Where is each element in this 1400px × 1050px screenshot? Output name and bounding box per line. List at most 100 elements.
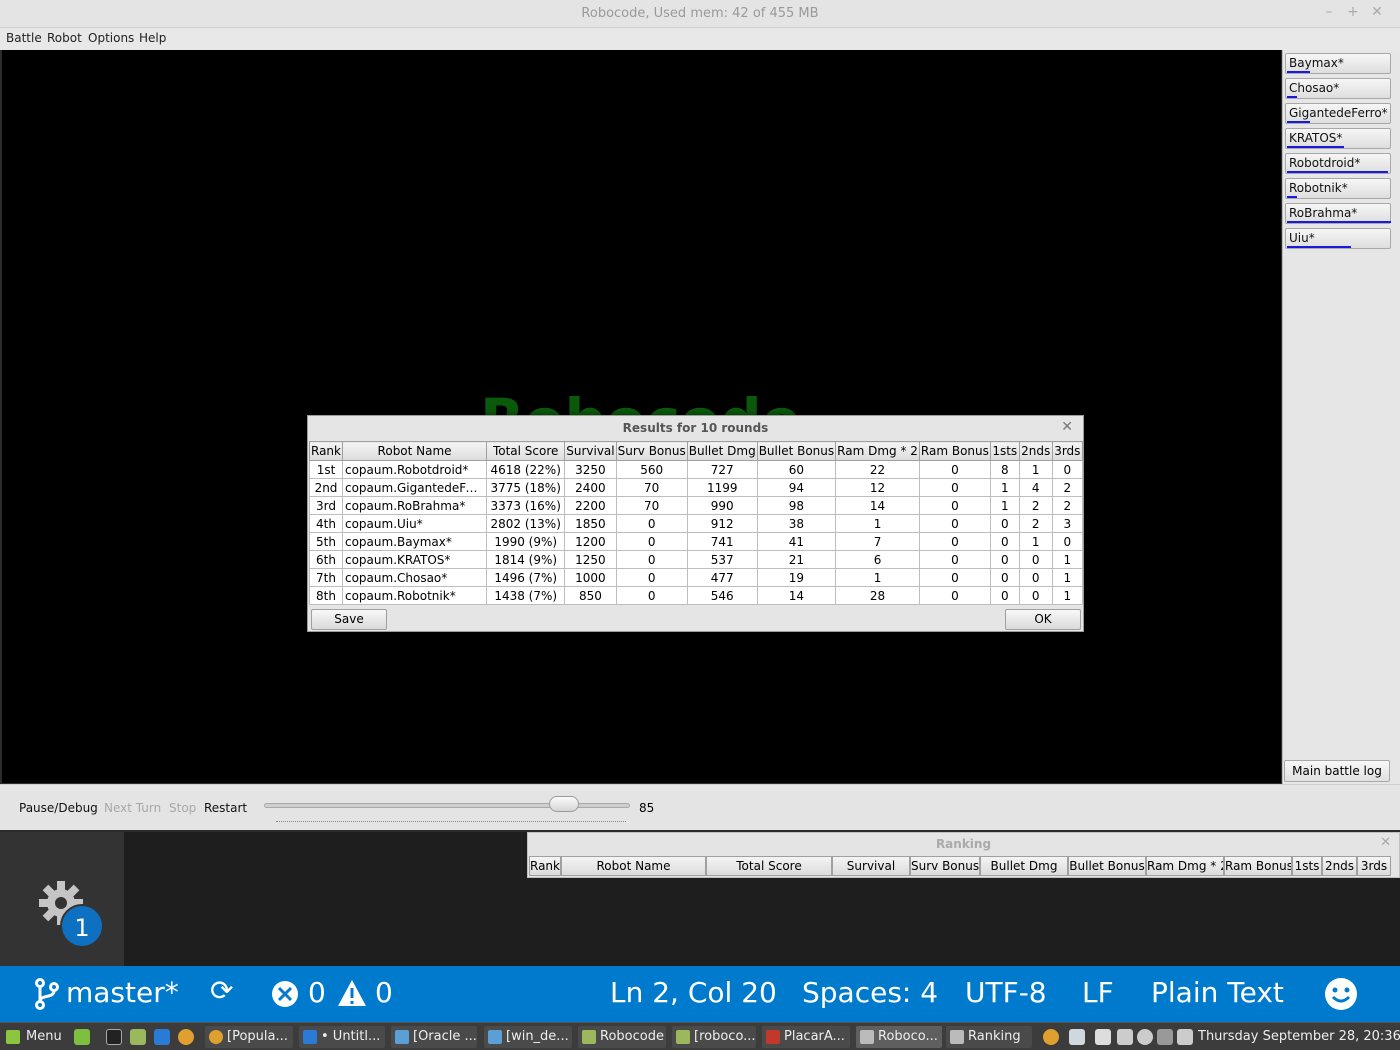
table-row[interactable]: 6th copaum.KRATOS* 1814 (9%) 1250 0 537 21 6 0 0 0…: [309, 550, 1084, 569]
column-header[interactable]: 1sts: [1292, 856, 1322, 876]
show-desktop-icon[interactable]: [74, 1029, 90, 1045]
table-row[interactable]: 5th copaum.Baymax* 1990 (9%) 1200 0 741 41 7 0 0 1…: [309, 532, 1084, 551]
column-header[interactable]: Rank: [309, 441, 343, 461]
menu-help[interactable]: Help: [139, 31, 166, 45]
taskbar-item[interactable]: [roboco...: [672, 1026, 756, 1048]
start-menu-button[interactable]: Menu: [4, 1026, 62, 1048]
next-turn-button[interactable]: Next Turn: [104, 801, 161, 815]
robot-button-robotnik[interactable]: Robotnik*: [1285, 178, 1391, 199]
vscode-icon[interactable]: [154, 1029, 170, 1045]
table-cell: 0: [989, 568, 1020, 587]
column-header[interactable]: 2nds: [1018, 441, 1053, 461]
table-cell: 0: [615, 550, 688, 569]
menu-battle[interactable]: Battle: [6, 31, 42, 45]
column-header[interactable]: Bullet Dmg: [980, 856, 1068, 876]
warning-count[interactable]: 0: [375, 976, 393, 1009]
taskbar-item[interactable]: [Oracle ...: [391, 1026, 477, 1048]
table-cell: 3rd: [309, 496, 343, 515]
terminal-icon[interactable]: [106, 1029, 122, 1045]
table-cell: copaum.Baymax*: [341, 532, 488, 551]
indentation[interactable]: Spaces: 4: [802, 976, 938, 1009]
column-header[interactable]: Rank: [529, 856, 561, 876]
column-header[interactable]: Surv Bonus: [615, 441, 688, 461]
speed-slider-thumb[interactable]: [549, 796, 580, 812]
column-header[interactable]: Bullet Bonus: [1068, 856, 1146, 876]
taskbar-item[interactable]: Robocode: [578, 1026, 666, 1048]
column-header[interactable]: 2nds: [1322, 856, 1357, 876]
table-row[interactable]: 4th copaum.Uiu* 2802 (13%) 1850 0 912 38 1 0 0 2 3: [309, 514, 1084, 533]
table-row[interactable]: 7th copaum.Chosao* 1496 (7%) 1000 0 477 19 1 0 0 0…: [309, 568, 1084, 587]
chrome-icon[interactable]: [178, 1029, 194, 1045]
column-header[interactable]: Total Score: [486, 441, 566, 461]
save-button[interactable]: Save: [311, 609, 387, 630]
column-header[interactable]: Robot Name: [341, 441, 488, 461]
close-icon[interactable]: ✕: [1061, 419, 1073, 435]
restart-button[interactable]: Restart: [204, 801, 247, 815]
shield-icon[interactable]: [1069, 1029, 1085, 1045]
table-cell: 1000: [564, 568, 617, 587]
column-header[interactable]: Survival: [564, 441, 617, 461]
robot-button-robotdroid[interactable]: Robotdroid*: [1285, 153, 1391, 174]
taskbar-item[interactable]: • Untitl...: [299, 1026, 385, 1048]
sync-icon[interactable]: ⟳: [210, 974, 233, 1007]
column-header[interactable]: Ram Bonus: [918, 441, 991, 461]
column-header[interactable]: Bullet Dmg: [686, 441, 758, 461]
robot-button-baymax[interactable]: Baymax*: [1285, 53, 1391, 74]
close-button[interactable]: ✕: [1368, 4, 1386, 20]
table-cell: 990: [686, 496, 758, 515]
column-header[interactable]: 3rds: [1357, 856, 1391, 876]
smiley-feedback-icon[interactable]: [1324, 977, 1358, 1011]
column-header[interactable]: Total Score: [706, 856, 832, 876]
close-icon[interactable]: ✕: [1380, 835, 1391, 850]
column-header[interactable]: Survival: [832, 856, 910, 876]
user-icon[interactable]: [1137, 1029, 1153, 1045]
robot-button-chosao[interactable]: Chosao*: [1285, 78, 1391, 99]
network-icon[interactable]: [1157, 1029, 1173, 1045]
error-count[interactable]: 0: [308, 976, 326, 1009]
column-header[interactable]: 3rds: [1051, 441, 1084, 461]
main-battle-log-button[interactable]: Main battle log: [1284, 760, 1390, 782]
speed-slider-ticks: [276, 821, 626, 827]
clipboard-icon[interactable]: [1117, 1029, 1133, 1045]
files-icon[interactable]: [130, 1029, 146, 1045]
robot-button-robrahma[interactable]: RoBrahma*: [1285, 203, 1391, 224]
taskbar-item[interactable]: [Popula...: [205, 1026, 293, 1048]
taskbar-item[interactable]: [win_de...: [484, 1026, 572, 1048]
battery-icon[interactable]: [1177, 1029, 1193, 1045]
encoding[interactable]: UTF-8: [965, 976, 1047, 1009]
table-cell: 0: [918, 550, 991, 569]
menu-robot[interactable]: Robot: [47, 31, 82, 45]
minimize-button[interactable]: –: [1320, 4, 1338, 20]
robot-button-gigantedeferro[interactable]: GigantedeFerro*: [1285, 103, 1391, 124]
table-row[interactable]: 1st copaum.Robotdroid* 4618 (22%) 3250 560 72…: [309, 460, 1084, 479]
table-row[interactable]: 2nd copaum.GigantedeFerr... 3775 (18%) 2400…: [309, 478, 1084, 497]
pause-debug-button[interactable]: Pause/Debug: [19, 801, 98, 815]
table-row[interactable]: 8th copaum.Robotnik* 1438 (7%) 850 0 546 14 28 0…: [309, 586, 1084, 605]
git-branch-label[interactable]: master*: [66, 976, 179, 1009]
table-cell: 1200: [564, 532, 617, 551]
column-header[interactable]: Ram Dmg * 2: [835, 441, 920, 461]
column-header[interactable]: Surv Bonus: [910, 856, 980, 876]
column-header[interactable]: Ram Dmg * 2: [1146, 856, 1224, 876]
ranking-header-row: Rank Robot Name Total Score Survival Sur…: [529, 856, 1391, 876]
taskbar-item[interactable]: PlacarA...: [762, 1026, 850, 1048]
menu-options[interactable]: Options: [88, 31, 134, 45]
robot-button-kratos[interactable]: KRATOS*: [1285, 128, 1391, 149]
column-header[interactable]: Bullet Bonus: [756, 441, 837, 461]
chrome-tray-icon[interactable]: [1043, 1029, 1059, 1045]
table-row[interactable]: 3rd copaum.RoBrahma* 3373 (16%) 2200 70 990 98…: [309, 496, 1084, 515]
cursor-position[interactable]: Ln 2, Col 20: [610, 976, 777, 1009]
ok-button[interactable]: OK: [1005, 609, 1081, 630]
clock[interactable]: Thursday September 28, 20:36: [1198, 1026, 1400, 1048]
robot-button-uiu[interactable]: Uiu*: [1285, 228, 1391, 249]
maximize-button[interactable]: +: [1344, 4, 1362, 20]
language-mode[interactable]: Plain Text: [1151, 976, 1284, 1009]
column-header[interactable]: 1sts: [989, 441, 1020, 461]
dropbox-icon[interactable]: [1095, 1029, 1111, 1045]
taskbar-item[interactable]: Ranking: [946, 1026, 1032, 1048]
column-header[interactable]: Robot Name: [561, 856, 706, 876]
end-of-line[interactable]: LF: [1082, 976, 1114, 1009]
taskbar-item[interactable]: Roboco...: [856, 1026, 942, 1048]
column-header[interactable]: Ram Bonus: [1224, 856, 1292, 876]
stop-button[interactable]: Stop: [169, 801, 196, 815]
